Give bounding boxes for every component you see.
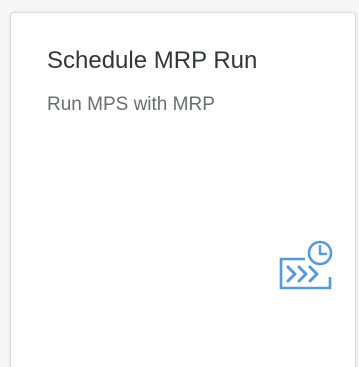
launchpad-area: Schedule MRP Run Run MPS with MRP: [0, 0, 359, 367]
tile-title: Schedule MRP Run: [47, 47, 258, 74]
scheduled-run-icon: [279, 240, 333, 290]
schedule-mrp-run-tile[interactable]: Schedule MRP Run Run MPS with MRP: [10, 12, 356, 367]
tile-subtitle: Run MPS with MRP: [47, 94, 215, 115]
